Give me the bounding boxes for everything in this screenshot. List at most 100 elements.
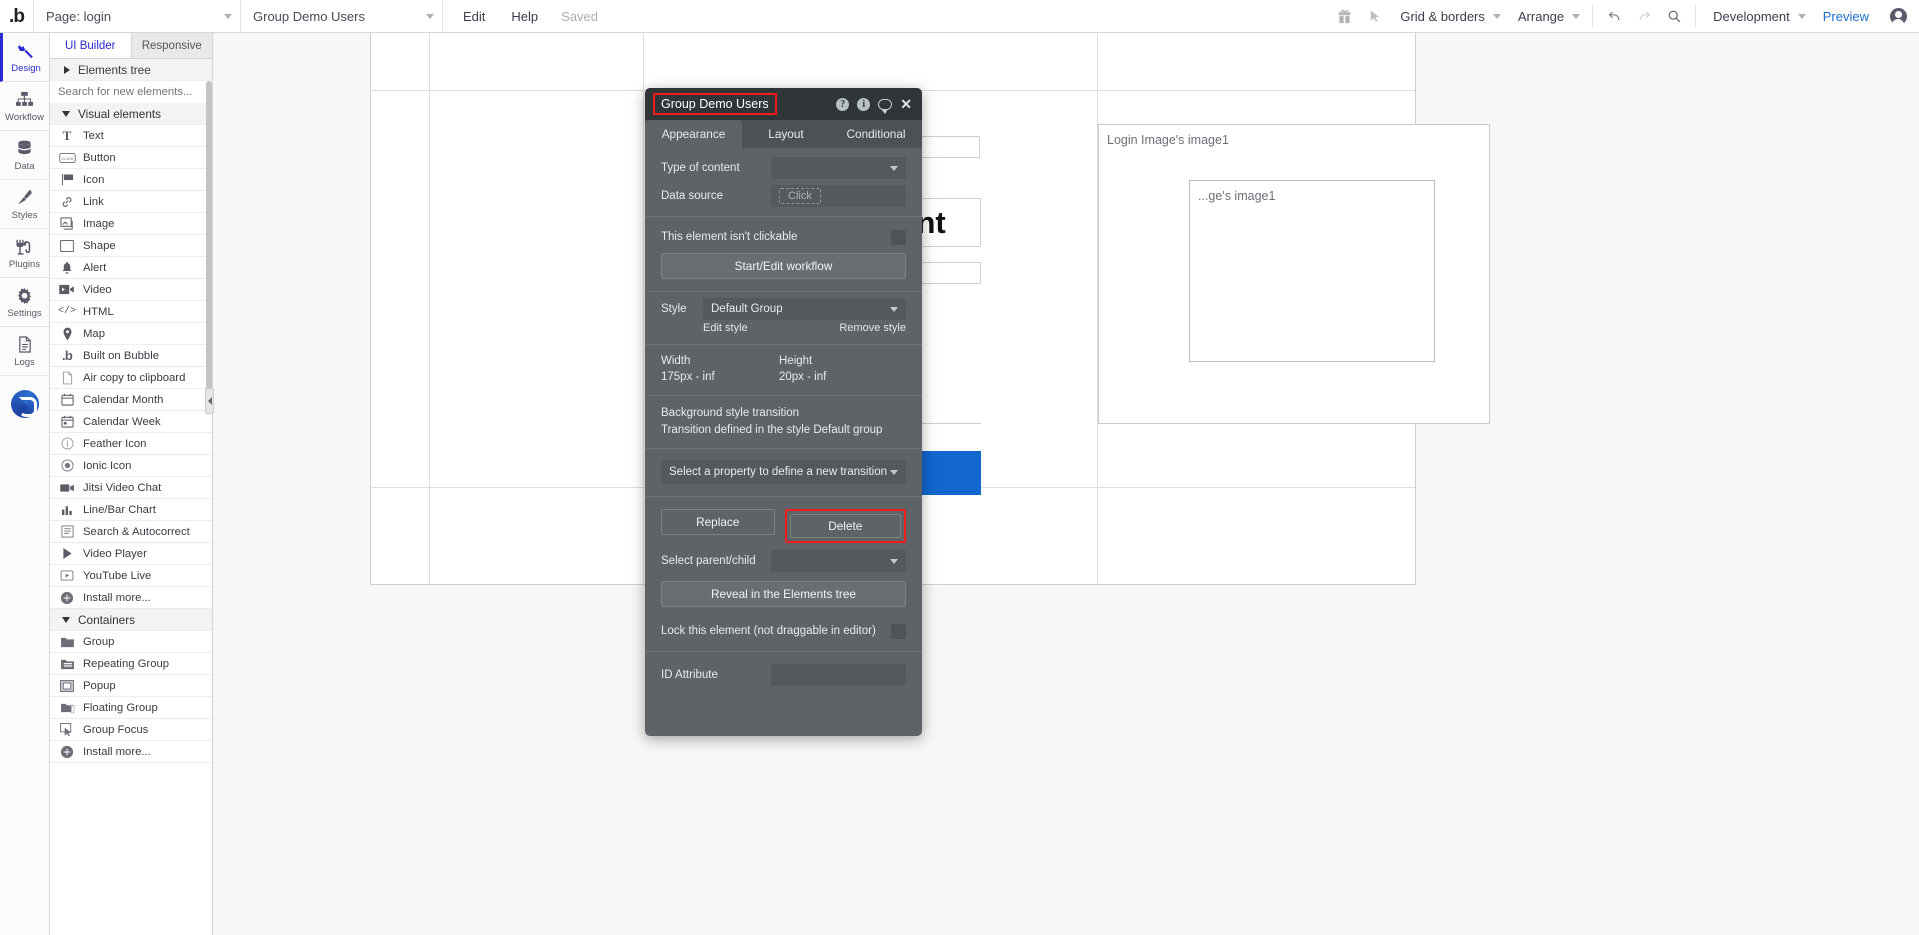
start-edit-workflow-button[interactable]: Start/Edit workflow	[661, 253, 906, 279]
help-circle-icon[interactable]: ?	[836, 97, 850, 111]
id-attribute-input[interactable]	[771, 664, 906, 686]
sidebar-item-label: Workflow	[5, 111, 44, 123]
element-item-text[interactable]: T Text	[50, 125, 212, 147]
type-of-content-dropdown[interactable]	[771, 157, 906, 179]
comment-icon[interactable]	[878, 98, 893, 114]
arrange-dropdown[interactable]: Arrange	[1507, 0, 1586, 33]
section-containers[interactable]: Containers	[50, 609, 212, 631]
chevron-down-icon	[1572, 13, 1581, 19]
sidebar-item-data[interactable]: Data	[0, 131, 49, 180]
element-item-alert[interactable]: Alert	[50, 257, 212, 279]
environment-dropdown[interactable]: Development	[1702, 0, 1812, 33]
collapse-panel-handle[interactable]	[205, 388, 214, 414]
element-item-jitsi-video-chat[interactable]: Jitsi Video Chat	[50, 477, 212, 499]
sidebar-item-plugins[interactable]: Plugins	[0, 229, 49, 278]
element-label: Install more...	[83, 745, 151, 758]
page-selector-dropdown[interactable]: Page: login	[34, 0, 241, 33]
element-item-feather-icon[interactable]: Feather Icon	[50, 433, 212, 455]
element-item-icon[interactable]: Icon	[50, 169, 212, 191]
element-item-install-more-visual[interactable]: Install more...	[50, 587, 212, 609]
close-icon[interactable]: ✕	[900, 97, 912, 111]
element-item-air-copy-to-clipboard[interactable]: Air copy to clipboard	[50, 367, 212, 389]
style-dropdown[interactable]: Default Group	[703, 298, 906, 320]
data-source-field[interactable]: Click	[771, 185, 906, 207]
grid-borders-label: Grid & borders	[1400, 8, 1485, 24]
sidebar-item-settings[interactable]: Settings	[0, 278, 49, 327]
element-item-install-more-containers[interactable]: Install more...	[50, 741, 212, 763]
element-item-repeating-group[interactable]: Repeating Group	[50, 653, 212, 675]
gift-icon[interactable]	[1329, 0, 1359, 33]
sidebar-item-logs[interactable]: Logs	[0, 327, 49, 376]
bubble-round-logo-icon[interactable]	[0, 376, 49, 432]
sidebar-item-styles[interactable]: Styles	[0, 180, 49, 229]
element-item-youtube-live[interactable]: YouTube Live	[50, 565, 212, 587]
property-editor-panel[interactable]: Group Demo Users ? i ✕ Appearance Layout…	[645, 88, 922, 736]
ionic-circle-icon	[58, 459, 76, 473]
element-item-line-bar-chart[interactable]: Line/Bar Chart	[50, 499, 212, 521]
reveal-in-elements-tree-button[interactable]: Reveal in the Elements tree	[661, 581, 906, 607]
element-item-group-focus[interactable]: Group Focus	[50, 719, 212, 741]
bg-transition-desc: Transition defined in the style Default …	[661, 424, 883, 436]
tab-ui-builder[interactable]: UI Builder	[50, 33, 132, 58]
edit-style-link[interactable]: Edit style	[703, 322, 748, 334]
canvas-guide	[643, 33, 644, 586]
calendar-week-icon	[58, 415, 76, 429]
section-visual-elements[interactable]: Visual elements	[50, 103, 212, 125]
data-source-value: Click	[779, 188, 821, 204]
account-avatar-icon[interactable]	[1883, 0, 1913, 33]
panel-divider	[645, 395, 922, 396]
tab-layout[interactable]: Layout	[742, 120, 830, 148]
plus-circle-icon	[58, 745, 76, 759]
cursor-icon[interactable]	[1359, 0, 1389, 33]
help-menu[interactable]: Help	[498, 0, 551, 33]
panel-scrollbar[interactable]	[206, 81, 212, 411]
not-clickable-checkbox[interactable]	[891, 229, 906, 245]
sidebar-item-design[interactable]: Design	[0, 33, 49, 82]
info-circle-icon[interactable]: i	[857, 97, 871, 111]
element-item-button[interactable]: CLICK Button	[50, 147, 212, 169]
search-icon[interactable]	[1659, 0, 1689, 33]
element-item-search-autocorrect[interactable]: Search & Autocorrect	[50, 521, 212, 543]
element-item-shape[interactable]: Shape	[50, 235, 212, 257]
element-item-link[interactable]: Link	[50, 191, 212, 213]
property-panel-title: Group Demo Users	[653, 93, 777, 115]
folder-icon	[58, 635, 76, 649]
lock-element-checkbox[interactable]	[891, 623, 906, 639]
element-item-html[interactable]: </> HTML	[50, 301, 212, 323]
delete-button[interactable]: Delete	[789, 514, 901, 538]
select-parent-child-dropdown[interactable]	[771, 550, 906, 572]
bubble-logo-icon[interactable]: .b	[0, 0, 34, 33]
edit-menu[interactable]: Edit	[443, 0, 498, 33]
grid-borders-dropdown[interactable]: Grid & borders	[1389, 0, 1507, 33]
element-item-video-player[interactable]: Video Player	[50, 543, 212, 565]
element-item-image[interactable]: Image	[50, 213, 212, 235]
remove-style-link[interactable]: Remove style	[839, 322, 906, 334]
design-canvas[interactable]: App Name's image App Name's text1 Create…	[213, 33, 1919, 935]
sidebar-item-workflow[interactable]: Workflow	[0, 82, 49, 131]
inner-image-box[interactable]: ...ge's image1	[1189, 180, 1435, 362]
element-item-floating-group[interactable]: Floating Group	[50, 697, 212, 719]
panel-divider	[645, 344, 922, 345]
new-transition-dropdown[interactable]: Select a property to define a new transi…	[661, 460, 906, 484]
element-item-ionic-icon[interactable]: Ionic Icon	[50, 455, 212, 477]
element-item-group[interactable]: Group	[50, 631, 212, 653]
element-item-map[interactable]: Map	[50, 323, 212, 345]
tab-appearance[interactable]: Appearance	[645, 120, 742, 148]
tab-responsive[interactable]: Responsive	[131, 33, 212, 58]
replace-button[interactable]: Replace	[661, 509, 775, 535]
element-item-built-on-bubble[interactable]: .b Built on Bubble	[50, 345, 212, 367]
login-image-container[interactable]: Login Image's image1 ...ge's image1	[1098, 124, 1490, 424]
canvas-guide	[429, 33, 430, 586]
element-item-video[interactable]: Video	[50, 279, 212, 301]
undo-icon[interactable]	[1599, 0, 1629, 33]
preview-button[interactable]: Preview	[1812, 0, 1883, 33]
element-item-calendar-month[interactable]: Calendar Month	[50, 389, 212, 411]
element-selector-dropdown[interactable]: Group Demo Users	[241, 0, 443, 33]
tab-conditional[interactable]: Conditional	[830, 120, 922, 148]
button-icon: CLICK	[58, 151, 76, 165]
element-item-popup[interactable]: Popup	[50, 675, 212, 697]
elements-tree-toggle[interactable]: Elements tree	[50, 59, 212, 81]
element-item-calendar-week[interactable]: Calendar Week	[50, 411, 212, 433]
id-attribute-row: ID Attribute	[645, 656, 922, 688]
search-input[interactable]	[50, 81, 212, 103]
